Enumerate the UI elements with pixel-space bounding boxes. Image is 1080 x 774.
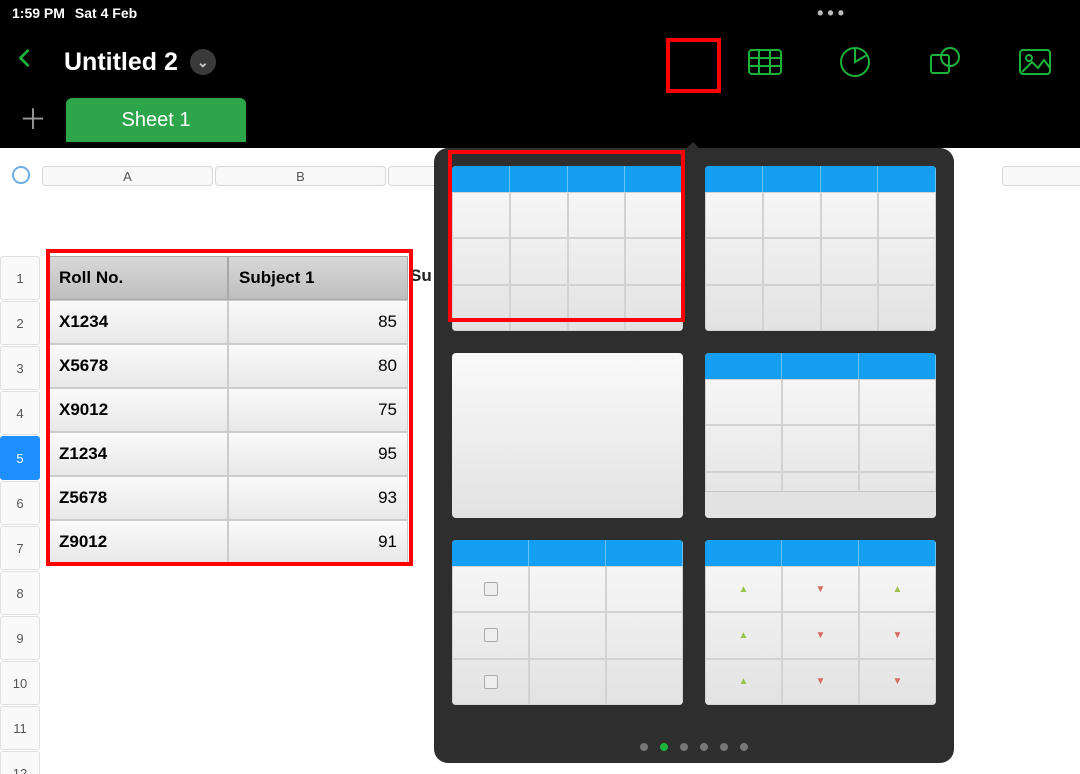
- pager-dot[interactable]: [720, 743, 728, 751]
- row-headers: 12345678910111213: [0, 256, 40, 774]
- pager-dot[interactable]: [640, 743, 648, 751]
- table-header-row: Roll No. Subject 1: [48, 256, 408, 300]
- pager-dot[interactable]: [740, 743, 748, 751]
- toolbar: [746, 43, 1054, 81]
- table-row[interactable]: Z123495: [48, 432, 408, 476]
- cell-roll[interactable]: X1234: [48, 300, 228, 344]
- status-date: Sat 4 Feb: [75, 5, 137, 21]
- style-triangles[interactable]: ▲▼▲▲▼▼▲▼▼: [705, 540, 936, 705]
- select-all-handle[interactable]: [12, 166, 30, 184]
- row-header-1[interactable]: 1: [0, 256, 40, 300]
- table-style-grid: ▲▼▲▲▼▼▲▼▼: [452, 166, 936, 705]
- table-icon[interactable]: [746, 43, 784, 81]
- cell-roll[interactable]: X5678: [48, 344, 228, 388]
- row-header-2[interactable]: 2: [0, 301, 40, 345]
- cell-subject1[interactable]: 75: [228, 388, 408, 432]
- status-time: 1:59 PM: [12, 5, 65, 21]
- spreadsheet-canvas[interactable]: A B F 12345678910111213 Roll No. Subject…: [0, 148, 1080, 774]
- row-header-6[interactable]: 6: [0, 481, 40, 525]
- style-header-4col[interactable]: [452, 166, 683, 331]
- table-row[interactable]: X567880: [48, 344, 408, 388]
- cell-subject1[interactable]: 80: [228, 344, 408, 388]
- pager-dot[interactable]: [700, 743, 708, 751]
- cell-subject1[interactable]: 85: [228, 300, 408, 344]
- col-header-f[interactable]: F: [1002, 166, 1080, 186]
- row-header-8[interactable]: 8: [0, 571, 40, 615]
- chevron-down-icon[interactable]: ⌄: [190, 49, 216, 75]
- data-table[interactable]: Roll No. Subject 1 X123485X567880X901275…: [48, 256, 408, 564]
- style-header-3col[interactable]: [705, 166, 936, 331]
- status-bar: 1:59 PM Sat 4 Feb •••: [0, 0, 1080, 26]
- document-title[interactable]: Untitled 2 ⌄: [64, 48, 216, 77]
- pager-dot[interactable]: [680, 743, 688, 751]
- th-roll[interactable]: Roll No.: [48, 256, 228, 300]
- cell-roll[interactable]: X9012: [48, 388, 228, 432]
- row-header-5[interactable]: 5: [0, 436, 40, 480]
- th-subject1[interactable]: Subject 1: [228, 256, 408, 300]
- table-row[interactable]: Z567893: [48, 476, 408, 520]
- cell-subject1[interactable]: 93: [228, 476, 408, 520]
- row-header-11[interactable]: 11: [0, 706, 40, 750]
- back-button[interactable]: [14, 44, 36, 80]
- add-sheet-button[interactable]: ＋: [0, 98, 66, 138]
- row-header-3[interactable]: 3: [0, 346, 40, 390]
- th-subject2-partial: Su: [410, 266, 432, 286]
- row-header-10[interactable]: 10: [0, 661, 40, 705]
- cell-subject1[interactable]: 95: [228, 432, 408, 476]
- pager-dot[interactable]: [660, 743, 668, 751]
- table-row[interactable]: Z901291: [48, 520, 408, 564]
- chart-icon[interactable]: [836, 43, 874, 81]
- table-styles-popover: ▲▼▲▲▼▼▲▼▼: [434, 148, 954, 763]
- row-header-7[interactable]: 7: [0, 526, 40, 570]
- row-header-9[interactable]: 9: [0, 616, 40, 660]
- table-row[interactable]: X901275: [48, 388, 408, 432]
- document-title-text: Untitled 2: [64, 48, 178, 77]
- table-row[interactable]: X123485: [48, 300, 408, 344]
- sheet-tab-active[interactable]: Sheet 1: [66, 98, 246, 142]
- style-checkboxes[interactable]: [452, 540, 683, 705]
- cell-roll[interactable]: Z9012: [48, 520, 228, 564]
- shape-icon[interactable]: [926, 43, 964, 81]
- cell-roll[interactable]: Z5678: [48, 476, 228, 520]
- media-icon[interactable]: [1016, 43, 1054, 81]
- table-body: X123485X567880X901275Z123495Z567893Z9012…: [48, 300, 408, 564]
- col-header-b[interactable]: B: [215, 166, 386, 186]
- style-pager[interactable]: [434, 743, 954, 751]
- title-bar: Untitled 2 ⌄: [0, 26, 1080, 98]
- cell-subject1[interactable]: 91: [228, 520, 408, 564]
- col-header-a[interactable]: A: [42, 166, 213, 186]
- row-header-12[interactable]: 12: [0, 751, 40, 774]
- style-header-footer[interactable]: [705, 353, 936, 518]
- sheet-tabs: ＋ Sheet 1: [0, 98, 1080, 148]
- style-plain[interactable]: [452, 353, 683, 518]
- status-overflow-icon[interactable]: •••: [817, 3, 848, 24]
- cell-roll[interactable]: Z1234: [48, 432, 228, 476]
- row-header-4[interactable]: 4: [0, 391, 40, 435]
